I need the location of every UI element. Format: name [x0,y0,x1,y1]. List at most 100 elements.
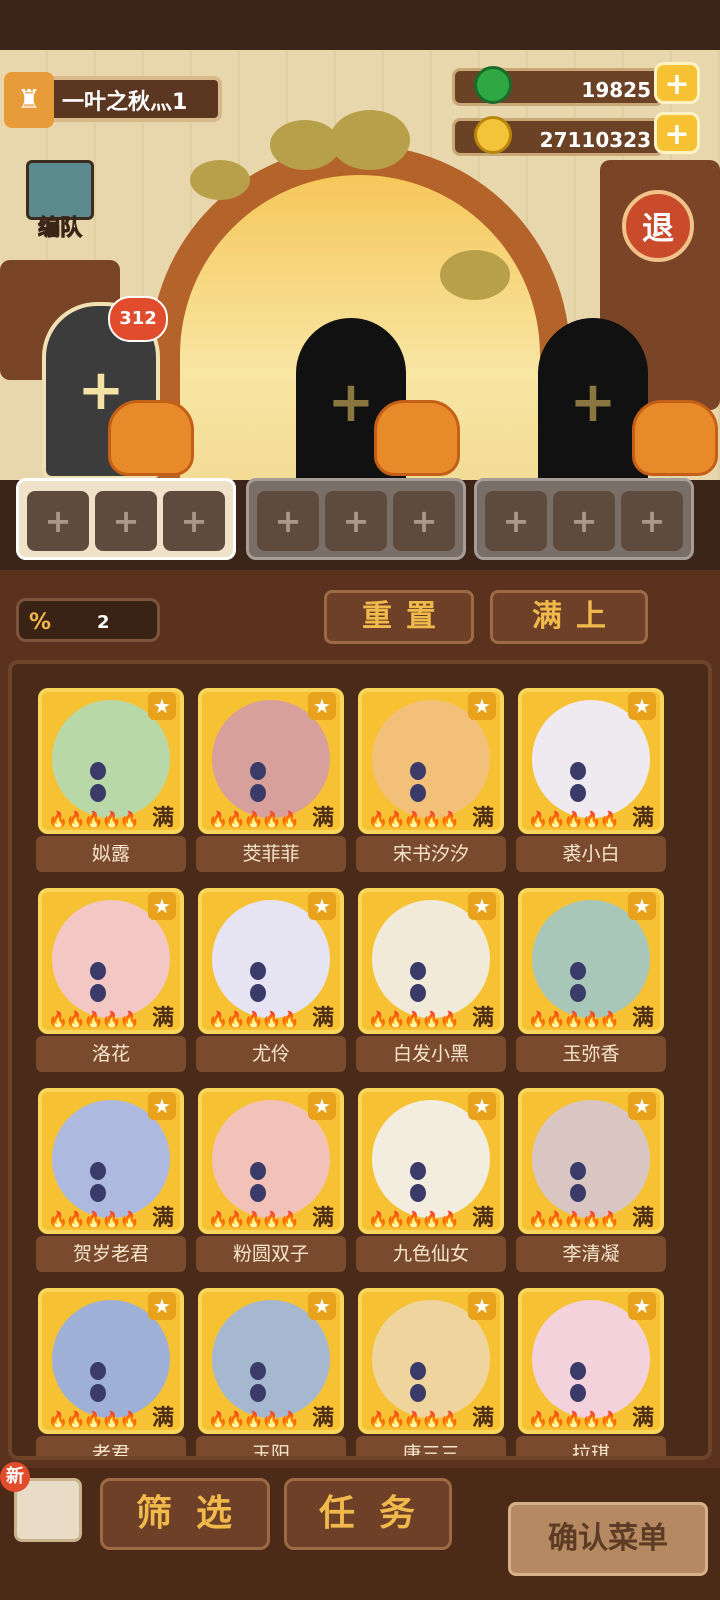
orange-jar [632,400,718,476]
ingredient-slot[interactable]: + [621,491,683,551]
chef-avatar-icon[interactable]: ♜ [4,72,54,128]
star-icon: ★ [308,1292,336,1320]
full-level-badge: 满 [471,1006,494,1031]
add-chef-slot-3[interactable]: + [538,318,648,488]
character-eyes [410,1162,470,1202]
star-icon: ★ [468,1292,496,1320]
character-portrait: ★ 🔥🔥🔥🔥🔥 满 [38,888,184,1034]
exit-button[interactable]: 退 [622,190,694,262]
character-card[interactable]: ★ 🔥🔥🔥🔥🔥 满拉琪 [516,1288,666,1456]
character-portrait: ★ 🔥🔥🔥🔥🔥 满 [38,1088,184,1234]
ingredient-slot[interactable]: + [553,491,615,551]
player-name: 一叶之秋灬1 [44,76,222,122]
character-name: 唐三三 [356,1436,506,1456]
character-card[interactable]: ★ 🔥🔥🔥🔥🔥 满唐三三 [356,1288,506,1456]
ingredient-slot[interactable]: + [393,491,455,551]
flame-rating: 🔥🔥🔥🔥🔥 [48,1210,140,1229]
character-portrait: ★ 🔥🔥🔥🔥🔥 满 [358,1288,504,1434]
character-portrait: ★ 🔥🔥🔥🔥🔥 满 [518,688,664,834]
star-icon: ★ [468,692,496,720]
full-level-badge: 满 [151,1006,174,1031]
orange-jar [374,400,460,476]
character-card[interactable]: ★ 🔥🔥🔥🔥🔥 满洛花 [36,888,186,1076]
character-card[interactable]: ★ 🔥🔥🔥🔥🔥 满李清凝 [516,1088,666,1276]
full-level-badge: 满 [471,806,494,831]
full-level-badge: 满 [311,1006,334,1031]
character-eyes [250,1162,310,1202]
full-level-badge: 满 [151,806,174,831]
character-card[interactable]: ★ 🔥🔥🔥🔥🔥 满老君 [36,1288,186,1456]
filter-button[interactable]: 筛选 [100,1478,270,1550]
add-coin-button[interactable]: + [654,112,700,154]
character-portrait: ★ 🔥🔥🔥🔥🔥 满 [38,688,184,834]
full-level-badge: 满 [631,806,654,831]
character-card[interactable]: ★ 🔥🔥🔥🔥🔥 满尤伶 [196,888,346,1076]
star-icon: ★ [628,1092,656,1120]
character-name: 茭菲菲 [196,836,346,872]
character-card[interactable]: ★ 🔥🔥🔥🔥🔥 满姒露 [36,688,186,876]
fill-button[interactable]: 满上 [490,590,648,644]
character-name: 九色仙女 [356,1236,506,1272]
reset-button[interactable]: 重置 [324,590,474,644]
character-eyes [570,1162,630,1202]
character-eyes [250,762,310,802]
flame-rating: 🔥🔥🔥🔥🔥 [528,1210,620,1229]
new-badge: 新 [0,1462,30,1492]
chef-slot-group-1[interactable]: + + + [16,478,236,560]
character-card[interactable]: ★ 🔥🔥🔥🔥🔥 满白发小黑 [356,888,506,1076]
character-card[interactable]: ★ 🔥🔥🔥🔥🔥 满茭菲菲 [196,688,346,876]
leaf-decoration [190,160,250,200]
leaf-decoration [330,110,410,170]
bonus-indicator: % 2 [16,598,160,642]
character-card[interactable]: ★ 🔥🔥🔥🔥🔥 满裘小白 [516,688,666,876]
character-portrait: ★ 🔥🔥🔥🔥🔥 满 [358,888,504,1034]
character-name: 洛花 [36,1036,186,1072]
character-name: 尤伶 [196,1036,346,1072]
flame-rating: 🔥🔥🔥🔥🔥 [48,1410,140,1429]
ingredient-slot[interactable]: + [325,491,387,551]
character-card[interactable]: ★ 🔥🔥🔥🔥🔥 满玉阳 [196,1288,346,1456]
full-level-badge: 满 [151,1206,174,1231]
character-eyes [90,962,150,1002]
flame-rating: 🔥🔥🔥🔥🔥 [528,810,620,829]
full-level-badge: 满 [311,1206,334,1231]
flame-rating: 🔥🔥🔥🔥🔥 [528,1410,620,1429]
character-portrait: ★ 🔥🔥🔥🔥🔥 满 [198,1288,344,1434]
flame-rating: 🔥🔥🔥🔥🔥 [368,1210,460,1229]
full-level-badge: 满 [631,1006,654,1031]
team-button[interactable]: 编队 [20,160,100,242]
flame-rating: 🔥🔥🔥🔥🔥 [528,1010,620,1029]
star-icon: ★ [148,892,176,920]
character-card[interactable]: ★ 🔥🔥🔥🔥🔥 满玉弥香 [516,888,666,1076]
character-card[interactable]: ★ 🔥🔥🔥🔥🔥 满粉圆双子 [196,1088,346,1276]
character-card[interactable]: ★ 🔥🔥🔥🔥🔥 满九色仙女 [356,1088,506,1276]
character-eyes [410,762,470,802]
full-level-badge: 满 [311,806,334,831]
ingredient-slot[interactable]: + [485,491,547,551]
chef-slot-group-3[interactable]: + + + [474,478,694,560]
chef-slot-group-2[interactable]: + + + [246,478,466,560]
ingredient-slot[interactable]: + [95,491,157,551]
confirm-menu-button[interactable]: 确认菜单 [508,1502,708,1576]
player-info[interactable]: 一叶之秋灬1 ♜ [4,72,224,128]
character-portrait: ★ 🔥🔥🔥🔥🔥 满 [198,1088,344,1234]
character-eyes [250,962,310,1002]
character-name: 李清凝 [516,1236,666,1272]
bonus-count: 2 [97,612,110,633]
ingredient-slot[interactable]: + [27,491,89,551]
star-icon: ★ [628,1292,656,1320]
ingredient-slot[interactable]: + [257,491,319,551]
character-eyes [570,1362,630,1402]
flame-rating: 🔥🔥🔥🔥🔥 [208,810,300,829]
add-jade-button[interactable]: + [654,62,700,104]
tasks-button[interactable]: 任务 [284,1478,452,1550]
character-card[interactable]: ★ 🔥🔥🔥🔥🔥 满宋书汐汐 [356,688,506,876]
star-icon: ★ [148,1292,176,1320]
character-eyes [90,762,150,802]
ingredient-slot[interactable]: + [163,491,225,551]
leaf-decoration [270,120,340,170]
character-name: 白发小黑 [356,1036,506,1072]
character-card[interactable]: ★ 🔥🔥🔥🔥🔥 满贺岁老君 [36,1088,186,1276]
character-name: 姒露 [36,836,186,872]
star-icon: ★ [628,692,656,720]
